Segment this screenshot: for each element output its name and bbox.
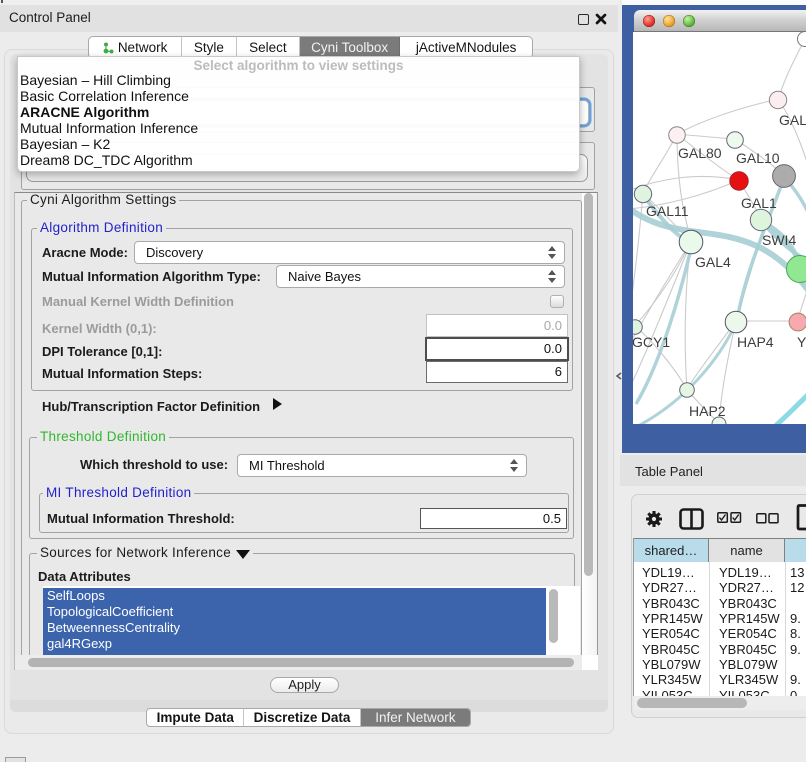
svg-text:GAL11: GAL11 [646, 203, 689, 219]
svg-text:SWI4: SWI4 [762, 232, 796, 248]
svg-text:HAP4: HAP4 [737, 334, 774, 350]
svg-text:GAL4: GAL4 [695, 254, 731, 270]
svg-text:GAL1: GAL1 [741, 195, 777, 211]
svg-text:GAL80: GAL80 [678, 145, 722, 161]
svg-text:GAL10: GAL10 [736, 150, 780, 166]
svg-text:GAL7: GAL7 [779, 112, 806, 128]
svg-text:GCY1: GCY1 [633, 334, 670, 350]
svg-text:HAP2: HAP2 [689, 403, 726, 419]
svg-text:Y: Y [797, 334, 806, 350]
